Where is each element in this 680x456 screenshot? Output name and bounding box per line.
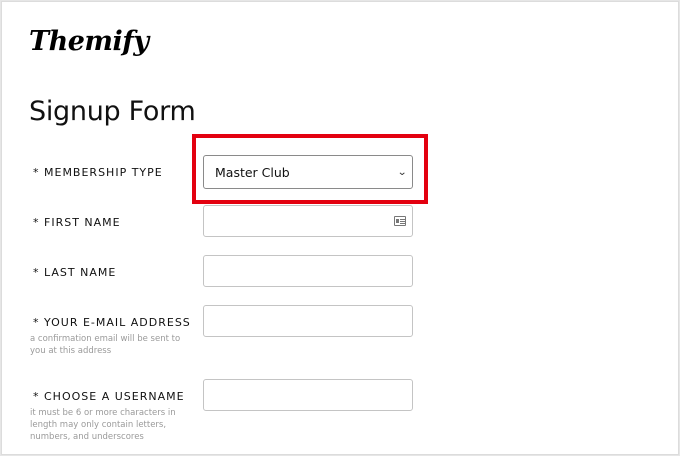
first-name-label: * FIRST NAME [33,216,121,229]
membership-type-select[interactable]: Master Club ⌄ [203,155,413,189]
email-input[interactable] [203,305,413,337]
username-input[interactable] [203,379,413,411]
first-name-input[interactable] [203,205,413,237]
membership-selected-value: Master Club [215,164,290,180]
membership-type-label: * MEMBERSHIP TYPE [33,166,163,179]
last-name-label: * LAST NAME [33,266,117,279]
username-hint: it must be 6 or more characters in lengt… [30,408,176,442]
email-label: * YOUR E-MAIL ADDRESS [33,316,191,329]
contact-card-icon[interactable] [394,216,406,226]
last-name-input[interactable] [203,255,413,287]
chevron-down-icon: ⌄ [396,166,407,178]
username-label: * CHOOSE A USERNAME [33,390,185,403]
page-frame: Themify Signup Form * MEMBERSHIP TYPE Ma… [1,1,679,455]
email-hint: a confirmation email will be sent to you… [30,334,181,356]
themify-logo[interactable]: Themify [29,26,149,57]
page-title: Signup Form [29,96,196,127]
